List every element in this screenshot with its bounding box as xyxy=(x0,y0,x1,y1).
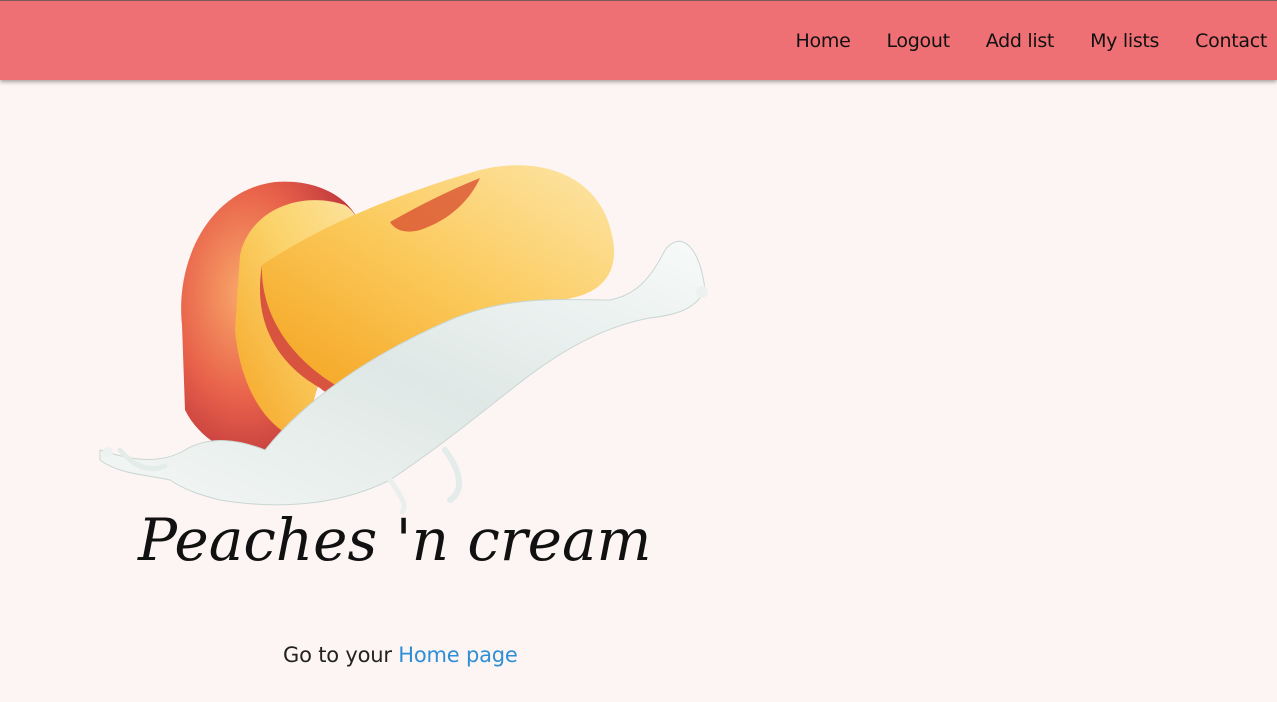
peach-cream-illustration: Peaches 'n cream xyxy=(99,165,708,574)
hero-logo: Peaches 'n cream xyxy=(90,150,730,580)
nav-contact-link[interactable]: Contact xyxy=(1195,30,1267,52)
nav-logout-link[interactable]: Logout xyxy=(886,30,950,52)
home-prompt-text: Go to your xyxy=(283,643,399,667)
nav-add-list-link[interactable]: Add list xyxy=(986,30,1055,52)
nav-home-link[interactable]: Home xyxy=(796,30,851,52)
main-nav: Home Logout Add list My lists Contact xyxy=(760,1,1268,81)
home-page-link[interactable]: Home page xyxy=(398,643,518,667)
header-bar: Home Logout Add list My lists Contact xyxy=(0,0,1277,80)
home-prompt: Go to your Home page xyxy=(283,643,518,667)
brand-title: Peaches 'n cream xyxy=(137,506,652,574)
nav-my-lists-link[interactable]: My lists xyxy=(1090,30,1159,52)
